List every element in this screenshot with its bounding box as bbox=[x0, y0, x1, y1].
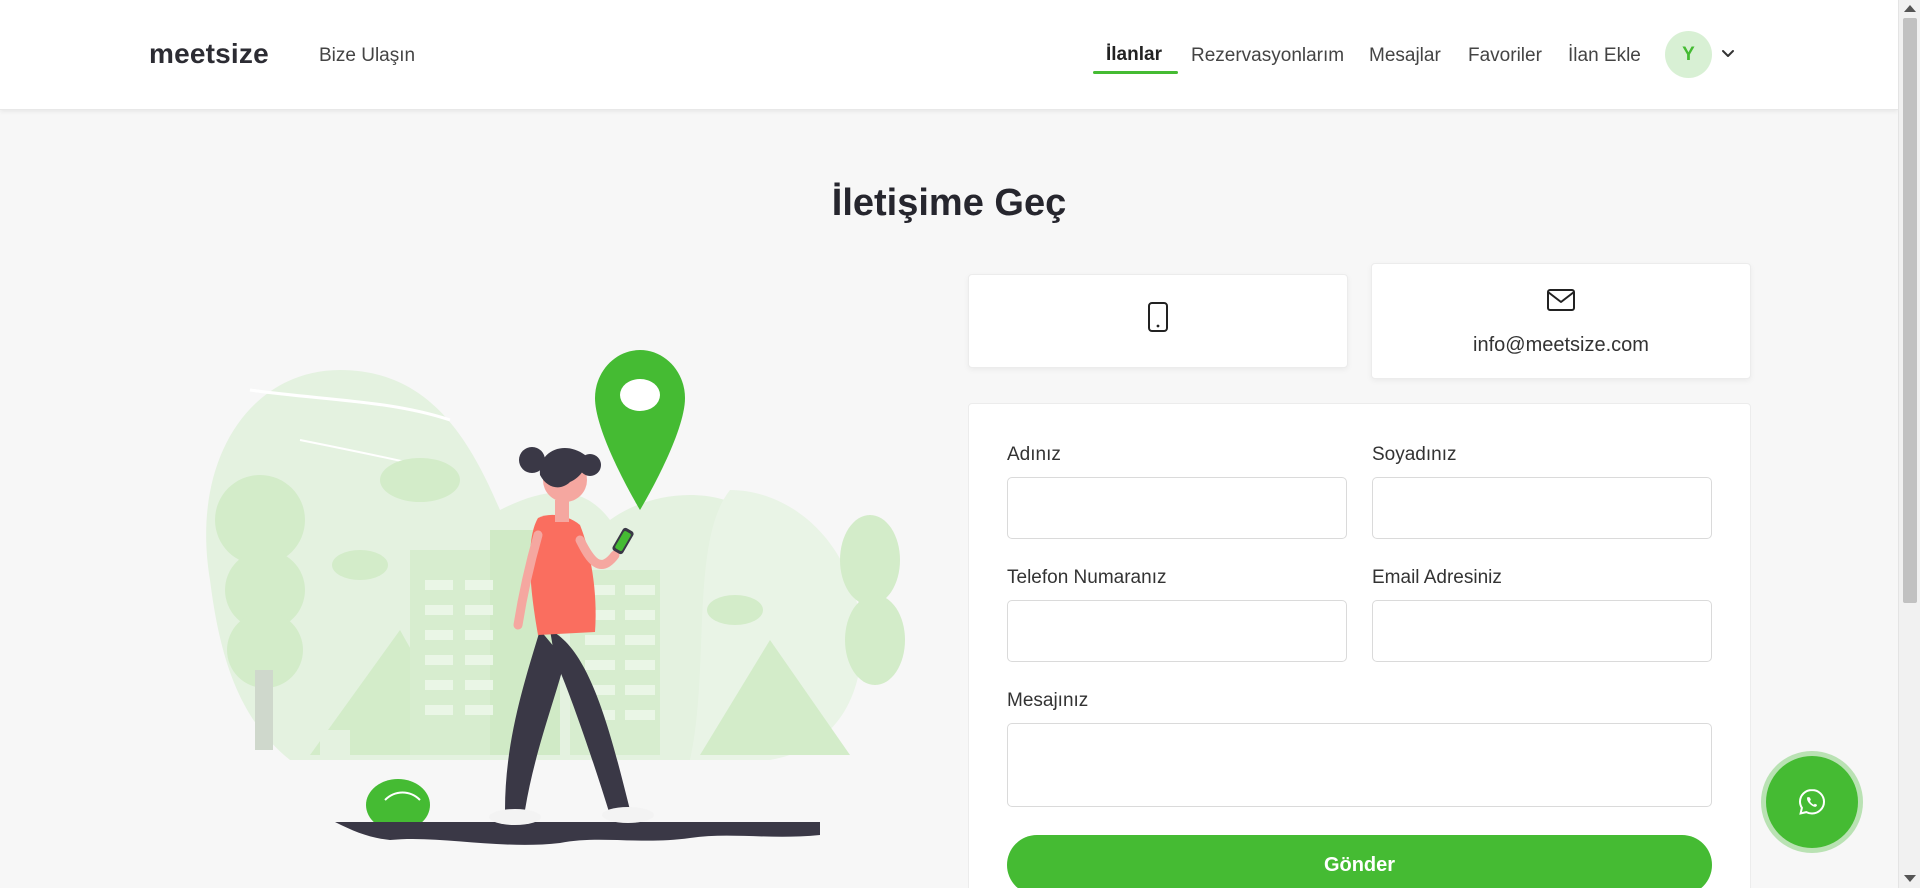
nav-favorites[interactable]: Favoriler bbox=[1468, 45, 1542, 67]
email-card-text[interactable]: info@meetsize.com bbox=[1372, 334, 1750, 357]
mail-icon bbox=[1547, 289, 1575, 311]
whatsapp-icon bbox=[1798, 788, 1826, 815]
first-name-label: Adınız bbox=[1007, 444, 1061, 465]
message-label: Mesajınız bbox=[1007, 690, 1089, 711]
phone-label: Telefon Numaranız bbox=[1007, 567, 1167, 588]
submit-button[interactable]: Gönder bbox=[1007, 835, 1712, 888]
chevron-down-icon[interactable] bbox=[1720, 46, 1736, 62]
phone-field[interactable] bbox=[1007, 600, 1347, 662]
page-title: İletişime Geç bbox=[831, 182, 1067, 224]
last-name-label: Soyadınız bbox=[1372, 444, 1457, 465]
nav-messages[interactable]: Mesajlar bbox=[1369, 45, 1441, 67]
email-field[interactable] bbox=[1372, 600, 1712, 662]
email-label: Email Adresiniz bbox=[1372, 567, 1502, 588]
walking-woman-illustration bbox=[206, 350, 905, 845]
user-avatar[interactable]: Y bbox=[1665, 31, 1712, 78]
brand-logo[interactable]: meetsize bbox=[149, 38, 269, 70]
first-name-field[interactable] bbox=[1007, 477, 1347, 539]
scroll-thumb[interactable] bbox=[1903, 18, 1917, 603]
phone-icon bbox=[1148, 302, 1168, 332]
phone-card bbox=[968, 274, 1348, 368]
top-navbar: meetsize Bize Ulaşın İlanlar Rezervasyon… bbox=[0, 0, 1898, 110]
nav-listings[interactable]: İlanlar bbox=[1106, 44, 1162, 66]
nav-contact-link[interactable]: Bize Ulaşın bbox=[319, 45, 415, 67]
nav-add-listing[interactable]: İlan Ekle bbox=[1568, 45, 1641, 67]
message-field[interactable] bbox=[1007, 723, 1712, 807]
scroll-down-arrow[interactable] bbox=[1904, 875, 1916, 882]
last-name-field[interactable] bbox=[1372, 477, 1712, 539]
email-card: info@meetsize.com bbox=[1371, 263, 1751, 379]
scroll-up-arrow[interactable] bbox=[1904, 5, 1916, 12]
nav-reservations[interactable]: Rezervasyonlarım bbox=[1191, 45, 1344, 67]
page-scrollbar[interactable] bbox=[1898, 0, 1920, 888]
nav-active-indicator bbox=[1093, 71, 1178, 74]
whatsapp-button[interactable] bbox=[1766, 756, 1858, 848]
